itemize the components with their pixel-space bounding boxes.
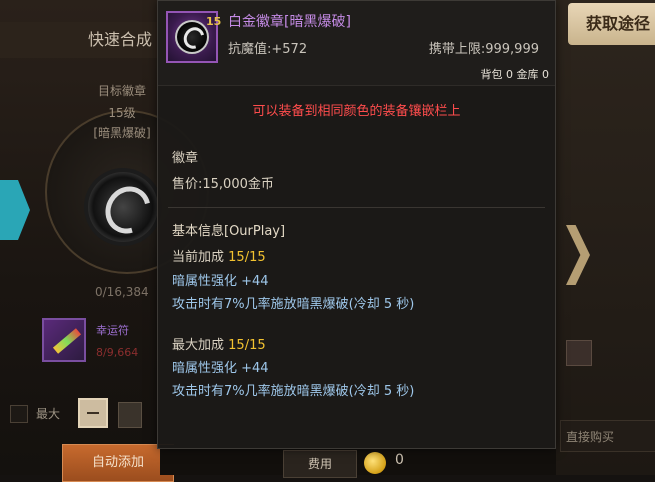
material-name: 幸运符 <box>96 324 129 337</box>
max-stat-2: 攻击时有7%几率施放暗黑爆破(冷却 5 秒) <box>172 384 415 399</box>
carry-limit: 携带上限:999,999 <box>428 42 539 57</box>
max-stat-1: 暗属性强化 +44 <box>172 361 269 376</box>
max-label: 最大 <box>36 407 61 421</box>
max-bonus-label: 最大加成 <box>172 338 225 353</box>
material-count: 8/9,664 <box>96 346 139 359</box>
dark-ring-icon <box>175 20 209 54</box>
divider <box>168 207 545 208</box>
decrease-button[interactable] <box>78 398 108 428</box>
coin-count: 0 <box>395 452 404 468</box>
target-level: 15级 <box>108 106 136 120</box>
sell-price: 售价:15,000金币 <box>172 177 274 192</box>
fee-button[interactable]: 费用 <box>283 450 357 478</box>
bottom-bar <box>160 445 556 475</box>
basic-info-title: 基本信息[OurPlay] <box>172 224 286 239</box>
tooltip-header: 15 白金徽章[暗黑爆破] 抗魔值:+572 携带上限:999,999 背包 0… <box>158 1 555 86</box>
item-tooltip: 15 白金徽章[暗黑爆破] 抗魔值:+572 携带上限:999,999 背包 0… <box>157 0 556 449</box>
auto-add-button[interactable]: 自动添加 <box>62 444 174 482</box>
magic-resist-value: 抗魔值:+572 <box>228 42 308 57</box>
item-name: 白金徽章[暗黑爆破] <box>228 14 351 30</box>
right-small-button[interactable] <box>566 340 592 366</box>
current-bonus: 当前加成 15/15 <box>172 246 266 265</box>
direct-buy-label: 直接购买 <box>566 430 615 444</box>
right-panel <box>556 0 655 475</box>
storage-count: 背包 0 金库 0 <box>480 68 550 81</box>
synthesis-progress: 0/16,384 <box>95 285 149 299</box>
badge-ring-icon[interactable] <box>88 172 158 242</box>
target-label: 目标徽章 <box>97 84 146 98</box>
max-bonus: 最大加成 15/15 <box>172 334 266 353</box>
current-stat-2: 攻击时有7%几率施放暗黑爆破(冷却 5 秒) <box>172 297 415 312</box>
lucky-charm-icon[interactable] <box>42 318 86 362</box>
max-bonus-value: 15/15 <box>228 338 266 353</box>
item-level-badge: 15 <box>206 15 222 28</box>
item-category: 徽章 <box>172 151 199 166</box>
item-icon: 15 <box>166 11 222 63</box>
max-checkbox[interactable] <box>10 405 28 423</box>
gold-coin-icon <box>364 452 386 474</box>
target-name: [暗黑爆破] <box>93 126 151 140</box>
amount-input[interactable] <box>118 402 142 428</box>
current-bonus-label: 当前加成 <box>172 250 225 265</box>
equip-hint: 可以装备到相同颜色的装备镶嵌栏上 <box>252 104 461 119</box>
current-bonus-value: 15/15 <box>228 250 266 265</box>
current-stat-1: 暗属性强化 +44 <box>172 274 269 289</box>
panel-header: 快速合成 <box>0 22 160 58</box>
acquire-source-button[interactable]: 获取途径 <box>568 3 655 45</box>
